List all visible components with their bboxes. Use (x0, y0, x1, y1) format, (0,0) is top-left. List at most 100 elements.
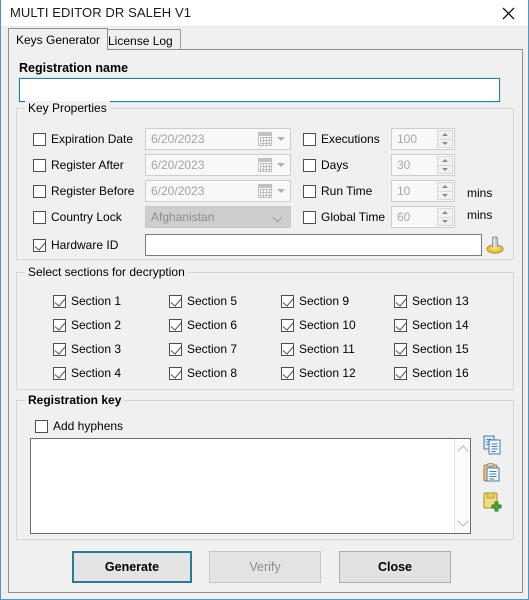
section-checkbox-6[interactable]: Section 6 (169, 318, 237, 332)
app-window: MULTI EDITOR DR SALEH V1 Keys Generator … (0, 0, 529, 600)
paste-icon[interactable] (481, 462, 503, 484)
global-time-stepper[interactable]: 60 (391, 206, 455, 228)
section-checkbox-12[interactable]: Section 12 (281, 366, 356, 380)
country-lock-checkbox[interactable]: Country Lock (33, 210, 122, 224)
days-stepper[interactable]: 30 (391, 154, 455, 176)
days-label: Days (321, 158, 349, 172)
close-icon[interactable] (486, 0, 528, 26)
copy-icon[interactable] (481, 434, 503, 456)
global-time-checkbox[interactable]: Global Time (303, 210, 385, 224)
register-after-checkbox[interactable]: Register After (33, 158, 124, 172)
calendar-icon (258, 158, 272, 172)
expiration-date-checkbox-box (33, 132, 46, 146)
days-checkbox[interactable]: Days (303, 158, 348, 172)
days-stepper-buttons[interactable] (437, 156, 453, 174)
section-checkbox-16[interactable]: Section 16 (394, 366, 469, 380)
executions-label: Executions (321, 132, 380, 146)
expiration-date-checkbox[interactable]: Expiration Date (33, 132, 133, 146)
section-checkbox-11[interactable]: Section 11 (281, 342, 355, 356)
section-checkbox-5[interactable]: Section 5 (169, 294, 237, 308)
registration-name-input[interactable] (18, 77, 501, 103)
hardware-id-checkbox[interactable]: Hardware ID (33, 238, 118, 252)
chevron-down-icon (277, 163, 285, 167)
run-time-checkbox-box (303, 184, 316, 198)
run-time-stepper-buttons[interactable] (437, 182, 453, 200)
section-checkbox-15[interactable]: Section 15 (394, 342, 469, 356)
generate-button[interactable]: Generate (72, 551, 192, 583)
hardware-id-checkbox-box (33, 238, 46, 252)
hardware-id-label: Hardware ID (51, 238, 119, 252)
calendar-icon (258, 132, 272, 146)
section-checkbox-7[interactable]: Section 7 (169, 342, 237, 356)
section-checkbox-10[interactable]: Section 10 (281, 318, 356, 332)
global-time-stepper-buttons[interactable] (437, 208, 453, 226)
section-checkbox-9[interactable]: Section 9 (281, 294, 349, 308)
executions-checkbox[interactable]: Executions (303, 132, 380, 146)
verify-button[interactable]: Verify (209, 551, 321, 583)
executions-value: 100 (397, 132, 418, 146)
section-5-label: Section 5 (187, 294, 238, 308)
stepper-up-icon[interactable] (437, 208, 453, 217)
section-4-label: Section 4 (71, 366, 122, 380)
tab-keys-generator[interactable]: Keys Generator (8, 28, 109, 50)
tab-panel-keys-generator: Registration name Key Properties Expirat… (8, 49, 523, 593)
stepper-up-icon[interactable] (437, 156, 453, 165)
run-time-unit-label: mins (467, 186, 493, 200)
save-add-icon[interactable] (481, 490, 503, 512)
register-before-date-picker[interactable]: 6/20/2023 (145, 180, 291, 202)
expiration-date-label: Expiration Date (51, 132, 134, 146)
calendar-icon (258, 184, 272, 198)
section-15-box (394, 342, 407, 356)
global-time-label: Global Time (321, 210, 386, 224)
section-9-box (281, 294, 294, 308)
executions-stepper[interactable]: 100 (391, 128, 455, 150)
key-icon[interactable] (484, 233, 506, 255)
add-hyphens-label: Add hyphens (53, 419, 124, 433)
country-lock-checkbox-box (33, 210, 46, 224)
executions-checkbox-box (303, 132, 316, 146)
run-time-label: Run Time (321, 184, 373, 198)
country-lock-label: Country Lock (51, 210, 122, 224)
section-checkbox-1[interactable]: Section 1 (53, 294, 121, 308)
days-value: 30 (397, 158, 411, 172)
stepper-down-icon[interactable] (437, 216, 453, 226)
section-checkbox-4[interactable]: Section 4 (53, 366, 121, 380)
tab-license-log[interactable]: License Log (100, 29, 181, 50)
section-checkbox-8[interactable]: Section 8 (169, 366, 237, 380)
run-time-value: 10 (397, 184, 411, 198)
executions-stepper-buttons[interactable] (437, 130, 453, 148)
section-checkbox-14[interactable]: Section 14 (394, 318, 469, 332)
chevron-down-icon (274, 214, 283, 219)
registration-key-textarea[interactable] (30, 438, 471, 534)
expiration-date-picker[interactable]: 6/20/2023 (145, 128, 291, 150)
add-hyphens-checkbox[interactable]: Add hyphens (35, 419, 123, 433)
add-hyphens-checkbox-box (35, 419, 48, 433)
scroll-up-icon[interactable] (455, 441, 471, 457)
register-before-checkbox-box (33, 184, 46, 198)
stepper-up-icon[interactable] (437, 182, 453, 191)
register-after-value: 6/20/2023 (151, 158, 205, 172)
close-button-label: Close (377, 560, 413, 574)
section-checkbox-3[interactable]: Section 3 (53, 342, 121, 356)
close-action-button[interactable]: Close (339, 551, 451, 583)
section-checkbox-13[interactable]: Section 13 (394, 294, 469, 308)
register-before-value: 6/20/2023 (151, 184, 205, 198)
registration-key-scrollbar[interactable] (454, 439, 470, 533)
stepper-up-icon[interactable] (437, 130, 453, 139)
section-14-label: Section 14 (412, 318, 469, 332)
section-11-box (281, 342, 294, 356)
hardware-id-input[interactable] (145, 234, 482, 256)
run-time-stepper[interactable]: 10 (391, 180, 455, 202)
register-before-checkbox[interactable]: Register Before (33, 184, 134, 198)
days-checkbox-box (303, 158, 316, 172)
section-checkbox-2[interactable]: Section 2 (53, 318, 121, 332)
run-time-checkbox[interactable]: Run Time (303, 184, 372, 198)
tab-strip: Keys Generator License Log (8, 28, 523, 50)
stepper-down-icon[interactable] (437, 190, 453, 200)
scroll-down-icon[interactable] (455, 515, 471, 531)
stepper-down-icon[interactable] (437, 164, 453, 174)
section-7-label: Section 7 (187, 342, 238, 356)
register-after-date-picker[interactable]: 6/20/2023 (145, 154, 291, 176)
country-lock-select[interactable]: Afghanistan (145, 206, 291, 228)
stepper-down-icon[interactable] (437, 138, 453, 148)
